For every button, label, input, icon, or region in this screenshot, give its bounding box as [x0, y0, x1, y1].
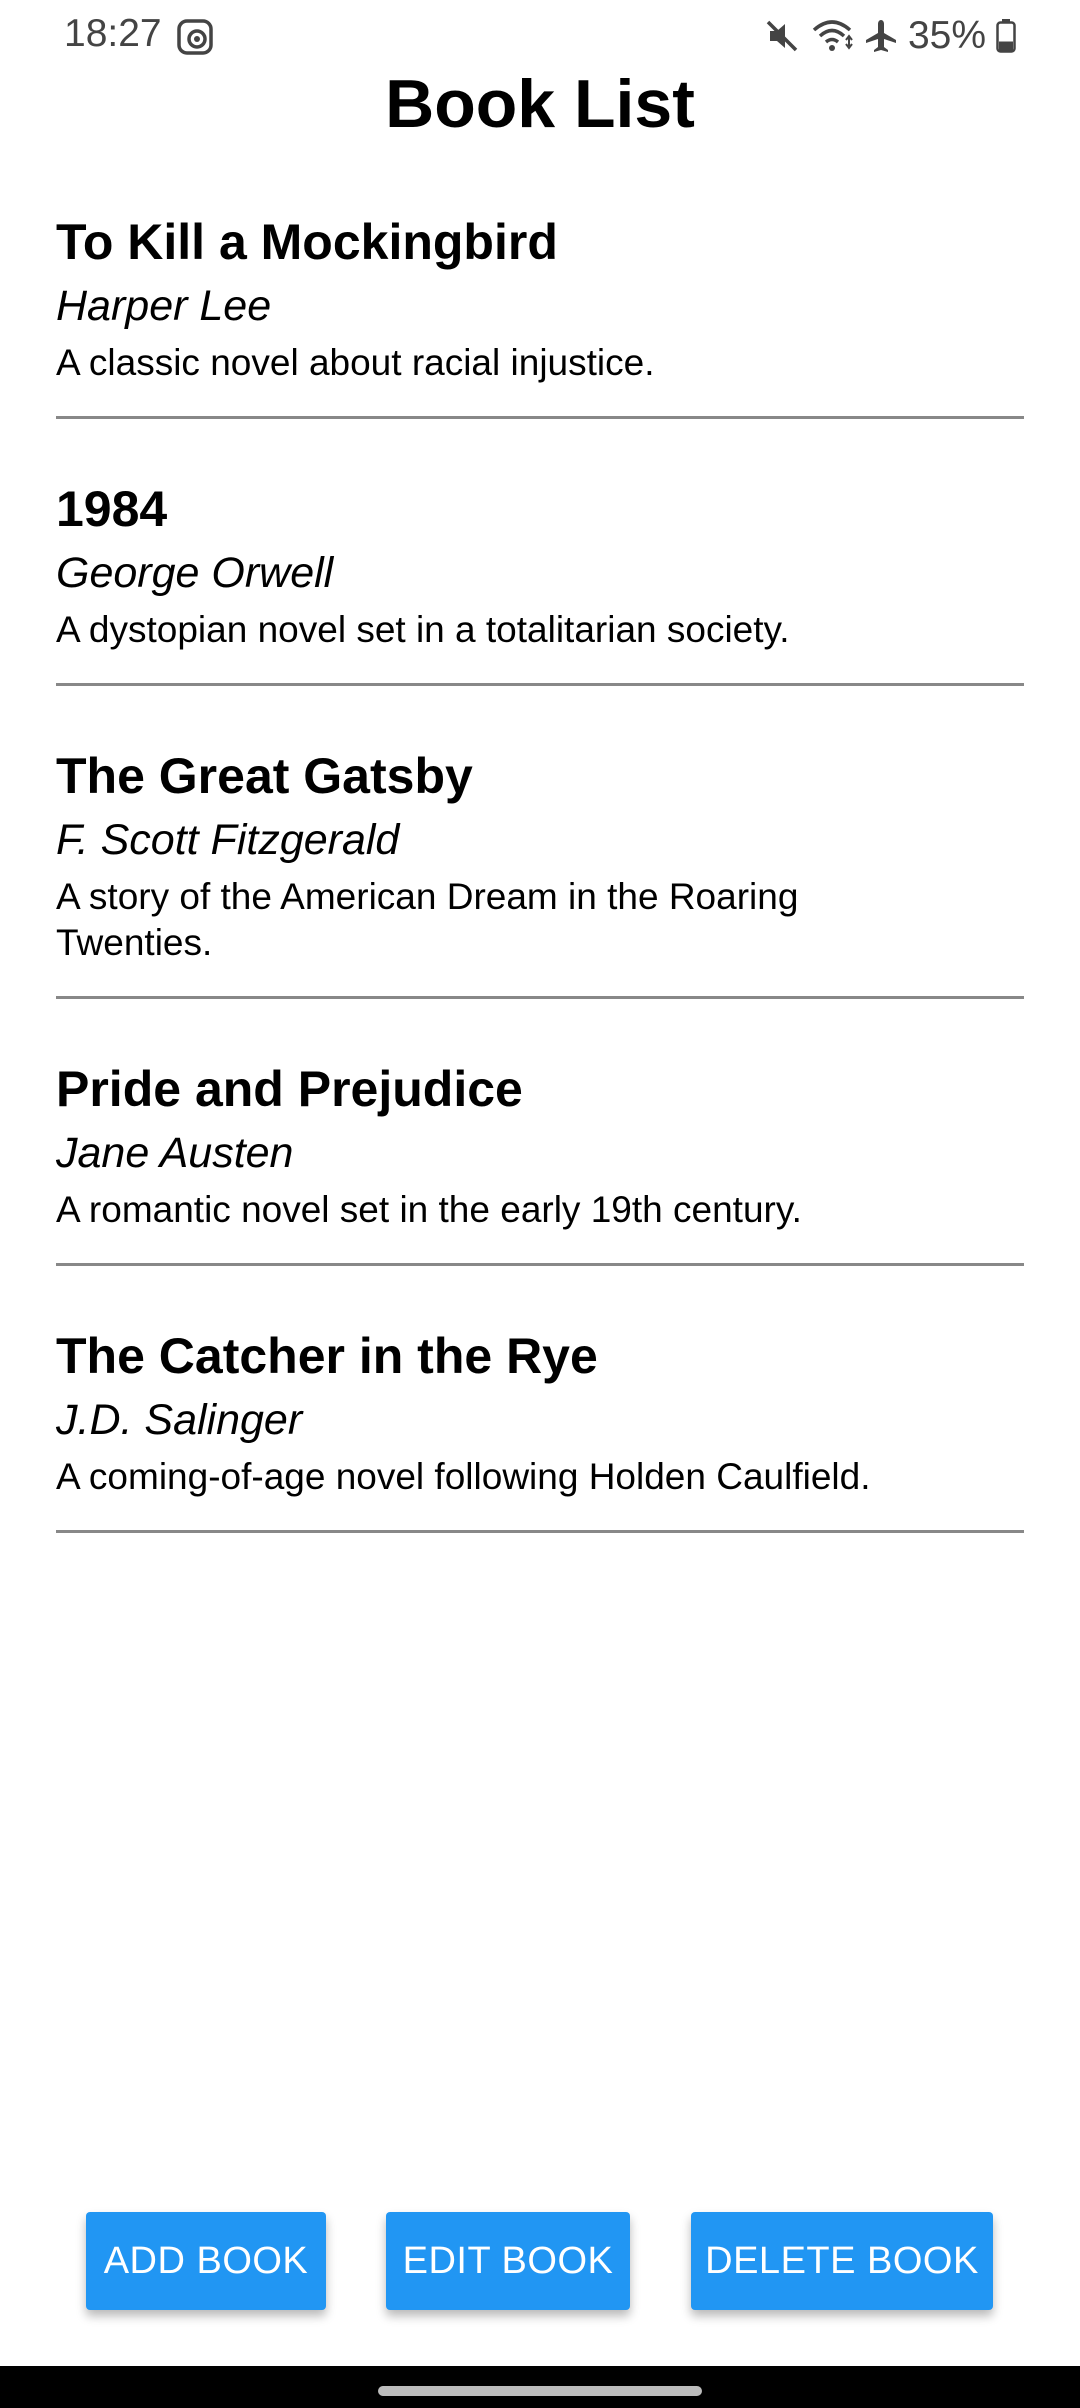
airplane-icon — [864, 18, 898, 54]
book-title: The Catcher in the Rye — [56, 1328, 598, 1384]
wifi-icon — [810, 18, 854, 54]
book-title: 1984 — [56, 481, 168, 537]
book-title: Pride and Prejudice — [56, 1061, 523, 1117]
book-description: A dystopian novel set in a totalitarian … — [56, 609, 790, 650]
book-item[interactable]: The Catcher in the Rye J.D. Salinger A c… — [56, 1306, 1024, 1533]
book-description: A coming-of-age novel following Holden C… — [56, 1456, 871, 1497]
book-title: The Great Gatsby — [56, 748, 473, 804]
book-author: Jane Austen — [56, 1129, 294, 1177]
book-description: A story of the American Dream in the Roa… — [56, 876, 799, 963]
status-icons: 35% — [764, 12, 1016, 60]
book-item[interactable]: Pride and Prejudice Jane Austen A romant… — [56, 1039, 1024, 1266]
book-description: A romantic novel set in the early 19th c… — [56, 1189, 802, 1230]
book-author: George Orwell — [56, 549, 334, 597]
book-author: F. Scott Fitzgerald — [56, 816, 400, 864]
book-item[interactable]: To Kill a Mockingbird Harper Lee A class… — [56, 192, 1024, 419]
book-item[interactable]: The Great Gatsby F. Scott Fitzgerald A s… — [56, 726, 1024, 999]
action-bar: ADD BOOK EDIT BOOK DELETE BOOK — [0, 2212, 1080, 2310]
delete-book-button[interactable]: DELETE BOOK — [691, 2212, 993, 2310]
battery-percent: 35% — [907, 14, 986, 57]
page-title: Book List — [385, 66, 695, 142]
book-description: A classic novel about racial injustice. — [56, 342, 655, 383]
edit-book-button[interactable]: EDIT BOOK — [386, 2212, 630, 2310]
mute-icon — [764, 18, 800, 54]
battery-icon — [996, 19, 1016, 53]
navigation-bar — [0, 2366, 1080, 2408]
book-author: J.D. Salinger — [56, 1396, 303, 1444]
add-book-button[interactable]: ADD BOOK — [86, 2212, 326, 2310]
book-author: Harper Lee — [56, 282, 272, 330]
screen-record-icon — [176, 18, 214, 56]
home-handle[interactable] — [378, 2386, 702, 2396]
status-time: 18:27 — [64, 12, 162, 55]
book-item[interactable]: 1984 George Orwell A dystopian novel set… — [56, 459, 1024, 686]
book-title: To Kill a Mockingbird — [56, 214, 558, 270]
book-list: To Kill a Mockingbird Harper Lee A class… — [56, 192, 1024, 1573]
